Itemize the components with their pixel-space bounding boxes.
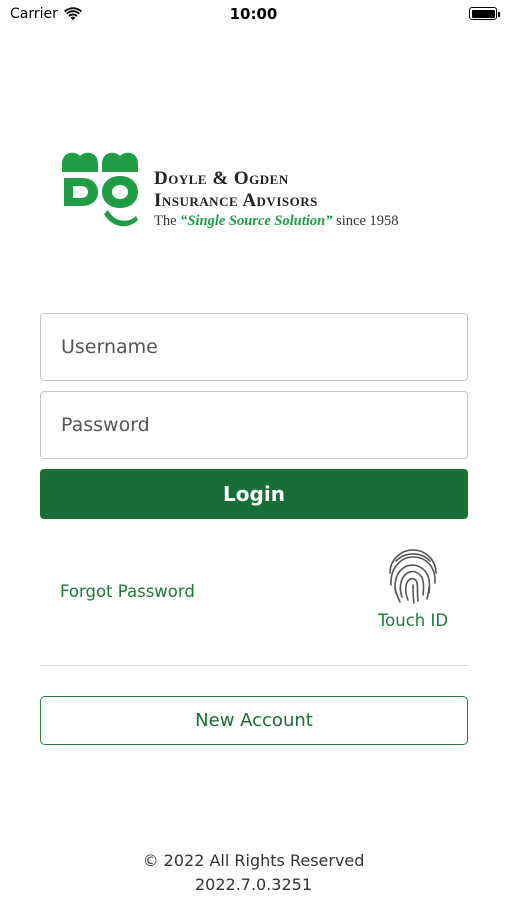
tagline-suffix: since 1958 <box>332 213 399 229</box>
tagline-accent: “Single Source Solution” <box>180 213 333 229</box>
logo-company-subtitle: Insurance Advisors <box>154 190 318 211</box>
copyright-text: © 2022 All Rights Reserved <box>142 851 365 870</box>
username-field[interactable] <box>40 313 468 381</box>
tagline-prefix: The <box>154 213 181 229</box>
new-account-button[interactable]: New Account <box>40 696 468 745</box>
divider <box>40 665 468 666</box>
login-button[interactable]: Login <box>40 469 468 519</box>
username-input[interactable] <box>41 314 467 380</box>
battery-icon <box>469 7 500 20</box>
touch-id-label[interactable]: Touch ID <box>368 611 458 630</box>
logo-company-name: Doyle & Ogden <box>154 168 289 189</box>
company-logo: Doyle & Ogden Insurance Advisors The “Si… <box>60 148 440 232</box>
status-time: 10:00 <box>229 5 278 23</box>
forgot-password-link[interactable]: Forgot Password <box>60 582 195 601</box>
app-version: 2022.7.0.3251 <box>194 875 313 894</box>
fingerprint-icon[interactable] <box>382 545 444 607</box>
logo-tagline: The “Single Source Solution” since 1958 <box>154 213 399 230</box>
clover-logo-icon <box>62 152 138 227</box>
password-field[interactable] <box>40 391 468 459</box>
logo-text: Doyle & Ogden Insurance Advisors The “Si… <box>154 168 399 230</box>
touch-id-button[interactable]: Touch ID <box>368 545 458 630</box>
password-input[interactable] <box>41 392 467 458</box>
status-bar: Carrier 10:00 <box>0 0 507 30</box>
